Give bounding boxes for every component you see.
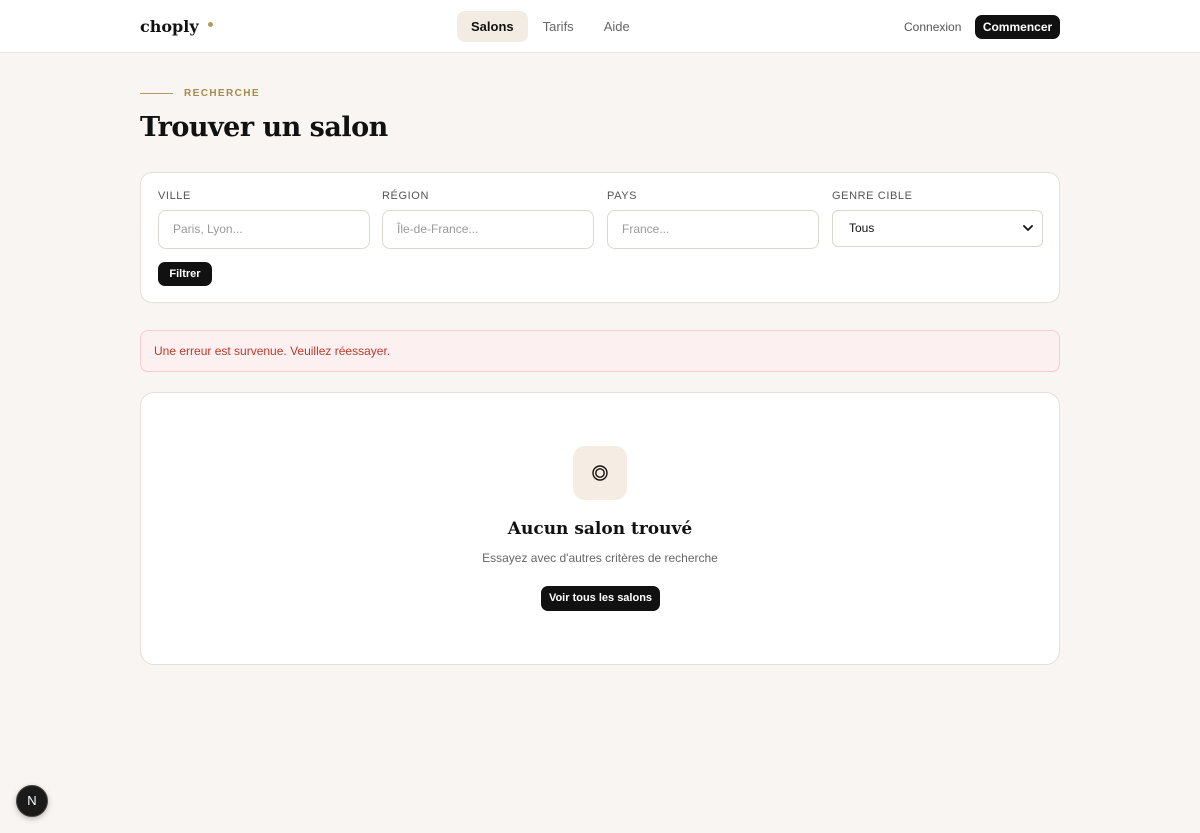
city-label: VILLE (158, 190, 191, 202)
region-label: RÉGION (382, 190, 429, 202)
gender-label: GENRE CIBLE (832, 190, 913, 202)
eyebrow-divider (140, 93, 173, 94)
nav-item-aide[interactable]: Aide (589, 11, 645, 42)
brand-dot-icon (207, 22, 213, 27)
nav-item-tarifs[interactable]: Tarifs (528, 11, 589, 42)
main-nav: Salons Tarifs Aide (457, 11, 645, 42)
gender-field: GENRE CIBLE Tous (832, 190, 1044, 247)
nav-item-salons[interactable]: Salons (457, 11, 528, 42)
country-input[interactable]: France... (607, 210, 819, 249)
empty-state-subtitle: Essayez avec d'autres critères de recher… (482, 551, 718, 565)
brand-name: choply (140, 17, 199, 36)
city-input[interactable]: Paris, Lyon... (158, 210, 370, 249)
search-filter-card: VILLE Paris, Lyon... RÉGION Île-de-Franc… (140, 172, 1060, 303)
region-field: RÉGION Île-de-France... (382, 190, 594, 249)
error-alert: Une erreur est survenue. Veuillez réessa… (140, 330, 1060, 372)
empty-state-title: Aucun salon trouvé (507, 519, 693, 539)
top-navigation-bar: choply Salons Tarifs Aide Connexion Comm… (0, 0, 1200, 53)
chevron-down-icon (1023, 225, 1033, 231)
filter-button[interactable]: Filtrer (158, 262, 212, 286)
eyebrow-label: RECHERCHE (184, 88, 260, 99)
city-field: VILLE Paris, Lyon... (158, 190, 370, 249)
section-eyebrow: RECHERCHE (140, 88, 260, 99)
gender-select[interactable]: Tous (832, 210, 1043, 247)
target-icon (592, 465, 608, 481)
dev-tools-badge[interactable]: N (16, 785, 48, 817)
page-title: Trouver un salon (140, 112, 388, 143)
empty-state-icon-container (573, 446, 627, 500)
country-label: PAYS (607, 190, 638, 202)
region-input[interactable]: Île-de-France... (382, 210, 594, 249)
view-all-salons-button[interactable]: Voir tous les salons (541, 586, 660, 611)
login-link[interactable]: Connexion (904, 20, 961, 34)
brand-logo[interactable]: choply (140, 17, 213, 36)
country-field: PAYS France... (607, 190, 819, 249)
get-started-button[interactable]: Commencer (975, 15, 1060, 39)
empty-state-card: Aucun salon trouvé Essayez avec d'autres… (140, 392, 1060, 665)
gender-selected-value: Tous (849, 221, 875, 235)
